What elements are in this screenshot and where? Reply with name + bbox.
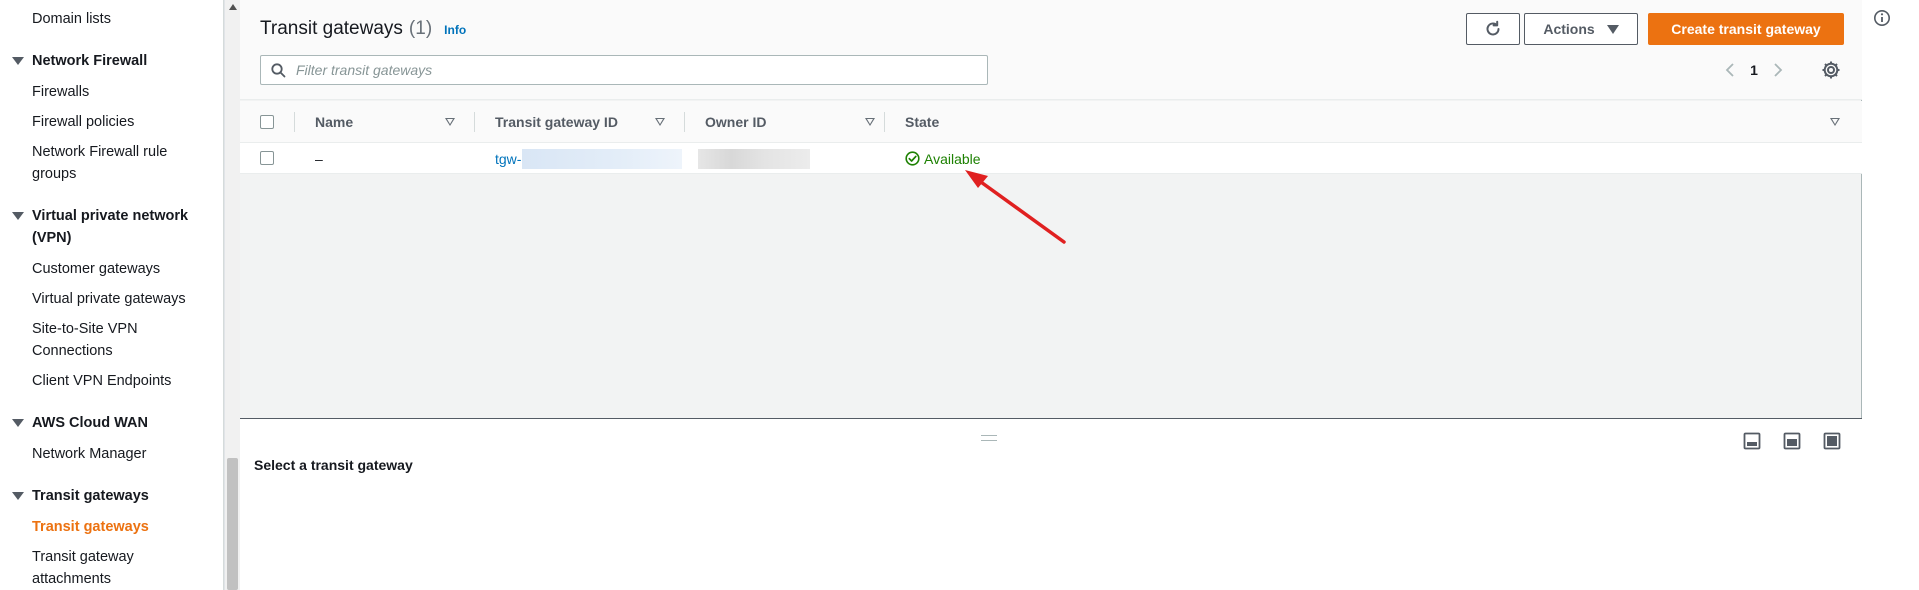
sidebar-item-client-vpn-endpoints[interactable]: Client VPN Endpoints xyxy=(32,370,212,392)
item-count: (1) xyxy=(408,18,433,39)
sidebar-group-label: Virtual private network (VPN) xyxy=(32,208,189,246)
side-navigation: Domain lists Network Firewall Firewalls … xyxy=(0,0,224,590)
sidebar-item-firewall-rule-groups[interactable]: Network Firewall rule groups xyxy=(32,141,212,185)
sidebar-group-transit-gateways[interactable]: Transit gateways xyxy=(12,485,212,507)
sidebar-item-site-to-site-vpn[interactable]: Site-to-Site VPN Connections xyxy=(32,318,212,362)
row-select-checkbox[interactable] xyxy=(260,151,274,165)
previous-page-icon[interactable] xyxy=(1718,58,1742,82)
column-header-label: State xyxy=(905,114,940,130)
sort-icon xyxy=(1830,118,1840,126)
column-header-transit-gateway-id[interactable]: Transit gateway ID xyxy=(495,101,675,143)
cell-transit-gateway-id: tgw- xyxy=(495,143,683,174)
panel-position-middle-icon[interactable] xyxy=(1782,431,1802,451)
cell-state: Available xyxy=(905,143,981,174)
main-content: Transit gateways (1) Info Actions Create… xyxy=(240,0,1862,590)
table-column-headers: Name Transit gateway ID Owner ID State xyxy=(240,101,1862,143)
transit-gateway-id-link[interactable]: tgw- xyxy=(495,151,521,167)
gear-icon[interactable] xyxy=(1820,59,1842,81)
column-divider xyxy=(684,112,685,132)
scrollbar-thumb[interactable] xyxy=(227,458,238,590)
table-row[interactable]: – tgw- Available xyxy=(240,143,1862,174)
status-available-icon xyxy=(905,151,920,166)
create-transit-gateway-button[interactable]: Create transit gateway xyxy=(1648,13,1844,45)
sort-icon xyxy=(445,118,455,126)
column-divider xyxy=(294,112,295,132)
redacted-id-block xyxy=(522,148,683,169)
sort-icon xyxy=(865,118,875,126)
caret-down-icon xyxy=(12,419,24,427)
resize-handle-icon[interactable] xyxy=(981,435,997,441)
next-page-icon[interactable] xyxy=(1766,58,1790,82)
sidebar-group-vpn[interactable]: Virtual private network (VPN) xyxy=(12,205,212,249)
sidebar-item-virtual-private-gateways[interactable]: Virtual private gateways xyxy=(32,288,212,310)
tools-rail xyxy=(1862,0,1919,590)
caret-down-icon xyxy=(12,212,24,220)
sort-icon xyxy=(655,118,665,126)
sidebar-item-network-manager[interactable]: Network Manager xyxy=(32,443,212,465)
scroll-up-arrow-icon[interactable] xyxy=(229,4,237,10)
create-button-label: Create transit gateway xyxy=(1671,21,1821,37)
refresh-button[interactable] xyxy=(1466,13,1520,45)
page-title-text: Transit gateways xyxy=(260,18,403,39)
panel-position-full-icon[interactable] xyxy=(1822,431,1842,451)
split-panel: Select a transit gateway xyxy=(240,418,1862,590)
sidebar-item-firewall-policies[interactable]: Firewall policies xyxy=(32,111,212,133)
cell-name: – xyxy=(315,150,323,167)
sidebar-item-customer-gateways[interactable]: Customer gateways xyxy=(32,258,212,280)
sidebar-group-label: Network Firewall xyxy=(32,53,148,69)
status-text: Available xyxy=(924,150,981,167)
select-all-checkbox[interactable] xyxy=(260,115,274,129)
column-header-label: Name xyxy=(315,114,354,130)
page-title: Transit gateways (1) Info xyxy=(260,16,466,43)
column-divider xyxy=(474,112,475,132)
caret-down-icon xyxy=(12,57,24,65)
split-panel-message: Select a transit gateway xyxy=(254,457,413,473)
sidebar-group-network-firewall[interactable]: Network Firewall xyxy=(12,50,212,72)
current-page-number[interactable]: 1 xyxy=(1742,62,1766,78)
column-header-owner-id[interactable]: Owner ID xyxy=(705,101,885,143)
redacted-owner-id-block xyxy=(698,148,810,169)
filter-search-box xyxy=(260,55,988,85)
sidebar-item-transit-gateway-attachments[interactable]: Transit gateway attachments xyxy=(32,546,212,590)
column-header-label: Owner ID xyxy=(705,114,767,130)
sidebar-group-label: AWS Cloud WAN xyxy=(32,415,148,431)
actions-dropdown-button[interactable]: Actions xyxy=(1524,13,1638,45)
column-divider xyxy=(884,112,885,132)
cell-owner-id xyxy=(698,143,810,174)
column-header-label: Transit gateway ID xyxy=(495,114,618,130)
sidebar-scrollbar[interactable] xyxy=(224,0,240,590)
search-icon xyxy=(271,62,286,78)
table-header-panel: Transit gateways (1) Info Actions Create… xyxy=(240,0,1862,100)
sidebar-item-firewalls[interactable]: Firewalls xyxy=(32,81,212,103)
sidebar-group-label: Transit gateways xyxy=(32,488,149,504)
filter-input[interactable] xyxy=(296,57,987,83)
sidebar-item-transit-gateways[interactable]: Transit gateways xyxy=(32,516,212,538)
sidebar-group-cloud-wan[interactable]: AWS Cloud WAN xyxy=(12,412,212,434)
actions-label: Actions xyxy=(1543,21,1595,37)
pagination: 1 xyxy=(1718,58,1790,82)
info-icon[interactable] xyxy=(1873,9,1891,27)
caret-down-icon xyxy=(1606,24,1619,34)
refresh-icon xyxy=(1486,20,1500,36)
sidebar-item-domain-lists[interactable]: Domain lists xyxy=(32,8,212,30)
info-link[interactable]: Info xyxy=(444,17,466,43)
console-page: Domain lists Network Firewall Firewalls … xyxy=(0,0,1919,590)
panel-position-bottom-icon[interactable] xyxy=(1742,431,1762,451)
caret-down-icon xyxy=(12,492,24,500)
column-header-state[interactable]: State xyxy=(905,101,1850,143)
column-header-name[interactable]: Name xyxy=(315,101,465,143)
